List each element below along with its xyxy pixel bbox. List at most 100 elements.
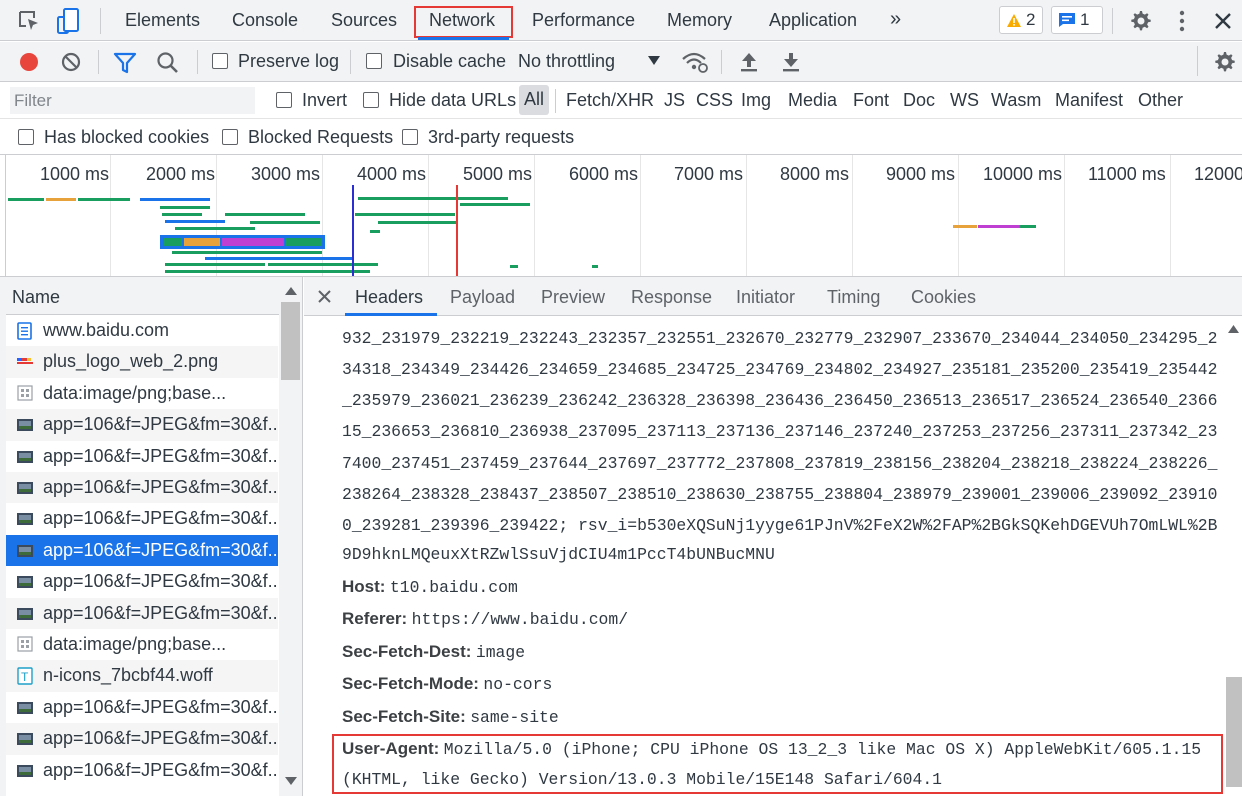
request-row[interactable]: app=106&f=JPEG&fm=30&f...	[6, 503, 278, 534]
filter-icon[interactable]	[113, 52, 137, 74]
type-filter-css[interactable]: CSS	[696, 90, 733, 111]
tab-sources[interactable]: Sources	[331, 10, 397, 31]
details-scroll-thumb[interactable]	[1226, 677, 1242, 787]
tab-initiator[interactable]: Initiator	[736, 287, 795, 308]
tab-application[interactable]: Application	[769, 10, 857, 31]
type-filter-manifest[interactable]: Manifest	[1055, 90, 1123, 111]
request-row[interactable]: app=106&f=JPEG&fm=30&f...	[6, 692, 278, 723]
tab-preview[interactable]: Preview	[541, 287, 605, 308]
request-list-scroll-thumb[interactable]	[281, 302, 300, 380]
warnings-count: 2	[1026, 10, 1036, 29]
type-filter-js[interactable]: JS	[664, 90, 685, 111]
header-row-host: Host: t10.baidu.com	[342, 577, 518, 597]
search-icon[interactable]	[156, 51, 180, 75]
name-column-header[interactable]: Name	[6, 277, 302, 315]
type-filter-media[interactable]: Media	[788, 90, 837, 111]
request-row[interactable]: app=106&f=JPEG&fm=30&f...	[6, 566, 278, 597]
request-row[interactable]: www.baidu.com	[6, 315, 278, 346]
request-row[interactable]: app=106&f=JPEG&fm=30&f...	[6, 534, 278, 567]
request-row[interactable]: app=106&f=JPEG&fm=30&f...	[6, 409, 278, 441]
inspect-element-icon[interactable]	[18, 10, 42, 32]
filter-input[interactable]	[10, 87, 255, 114]
more-options-icon[interactable]	[1176, 9, 1188, 33]
request-name: app=106&f=JPEG&fm=30&f...	[43, 414, 278, 435]
tab-performance[interactable]: Performance	[532, 10, 635, 31]
throttling-select[interactable]: No throttling	[518, 51, 615, 72]
tab-memory[interactable]: Memory	[667, 10, 732, 31]
disable-cache-checkbox[interactable]	[366, 53, 382, 69]
tick-label: 6000 ms	[569, 164, 639, 184]
type-filter-all[interactable]: All	[519, 85, 550, 115]
tab-elements[interactable]: Elements	[125, 10, 200, 31]
scroll-down-icon[interactable]	[285, 777, 297, 785]
warning-icon	[1007, 13, 1021, 27]
blocked-requests-checkbox[interactable]	[222, 129, 238, 145]
third-party-requests-checkbox[interactable]	[402, 129, 418, 145]
device-toolbar-icon[interactable]	[56, 7, 82, 35]
request-row[interactable]: data:image/png;base...	[6, 629, 278, 660]
preserve-log-checkbox[interactable]	[212, 53, 228, 69]
has-blocked-cookies-label: Has blocked cookies	[44, 127, 210, 147]
separator	[100, 8, 101, 34]
svg-text:T: T	[21, 670, 29, 684]
export-har-icon[interactable]	[781, 51, 801, 73]
request-name: data:image/png;base...	[43, 382, 227, 403]
tab-headers[interactable]: Headers	[355, 287, 423, 308]
tab-console[interactable]: Console	[232, 10, 298, 31]
close-details-icon[interactable]	[318, 290, 331, 303]
settings-gear-icon[interactable]	[1128, 9, 1152, 33]
header-key: Host:	[342, 577, 386, 596]
import-har-icon[interactable]	[739, 51, 759, 73]
tick-gridline	[640, 155, 641, 276]
network-settings-icon[interactable]	[1212, 50, 1236, 74]
invert-checkbox[interactable]	[276, 92, 292, 108]
tick-label: 7000 ms	[674, 164, 744, 184]
request-row[interactable]: app=106&f=JPEG&fm=30&f...	[6, 441, 278, 472]
warnings-badge[interactable]: 2	[999, 6, 1043, 34]
has-blocked-cookies-checkbox[interactable]	[18, 129, 34, 145]
type-filter-font[interactable]: Font	[853, 90, 889, 111]
record-icon[interactable]	[18, 51, 40, 73]
request-row[interactable]: app=106&f=JPEG&fm=30&f...	[6, 755, 278, 786]
type-filter-doc[interactable]: Doc	[903, 90, 935, 111]
invert-label: Invert	[302, 90, 348, 110]
clear-icon[interactable]	[60, 51, 82, 73]
tick-label: 10000 ms	[983, 164, 1063, 184]
request-name: app=106&f=JPEG&fm=30&f...	[43, 696, 278, 717]
request-row[interactable]: plus_logo_web_2.png	[6, 346, 278, 378]
tick-label: 12000	[1194, 164, 1242, 184]
network-conditions-icon[interactable]	[681, 50, 709, 74]
image-thumbnail-icon	[17, 542, 33, 558]
header-row-referer: Referer: https://www.baidu.com/	[342, 609, 628, 629]
network-overview-timeline[interactable]: 1000 ms 2000 ms 3000 ms 4000 ms 5000 ms …	[0, 155, 1242, 277]
hide-data-urls-checkbox[interactable]	[363, 92, 379, 108]
tick-gridline	[1170, 155, 1171, 276]
type-filter-ws[interactable]: WS	[950, 90, 979, 111]
request-name: app=106&f=JPEG&fm=30&f...	[43, 759, 278, 780]
request-row[interactable]: app=106&f=JPEG&fm=30&f...	[6, 597, 278, 629]
messages-badge[interactable]: 1	[1051, 6, 1103, 34]
cookie-value-line: 932_231979_232219_232243_232357_232551_2…	[342, 329, 1218, 348]
tab-cookies[interactable]: Cookies	[911, 287, 976, 308]
dropdown-arrow-icon[interactable]	[648, 56, 660, 66]
request-row[interactable]: app=106&f=JPEG&fm=30&f...	[6, 472, 278, 504]
tick-label: 4000 ms	[357, 164, 427, 184]
request-row[interactable]: data:image/png;base...	[6, 378, 278, 409]
close-devtools-icon[interactable]	[1214, 12, 1232, 30]
scroll-up-icon[interactable]	[285, 287, 297, 295]
type-filter-wasm[interactable]: Wasm	[991, 90, 1041, 111]
tab-payload[interactable]: Payload	[450, 287, 515, 308]
tick-label: 3000 ms	[251, 164, 321, 184]
scroll-up-icon[interactable]	[1228, 325, 1239, 333]
type-filter-img[interactable]: Img	[741, 90, 771, 111]
header-value: image	[475, 643, 526, 662]
more-tabs-icon[interactable]: »	[890, 8, 901, 31]
request-row[interactable]: Tn-icons_7bcbf44.woff	[6, 660, 278, 692]
type-filter-other[interactable]: Other	[1138, 90, 1183, 111]
tab-response[interactable]: Response	[631, 287, 712, 308]
request-row[interactable]: app=106&f=JPEG&fm=30&f...	[6, 723, 278, 755]
type-filter-fetch-xhr[interactable]: Fetch/XHR	[566, 90, 654, 111]
user-agent-highlight	[332, 734, 1223, 794]
request-name: app=106&f=JPEG&fm=30&f...	[43, 728, 278, 749]
tab-timing[interactable]: Timing	[827, 287, 880, 308]
